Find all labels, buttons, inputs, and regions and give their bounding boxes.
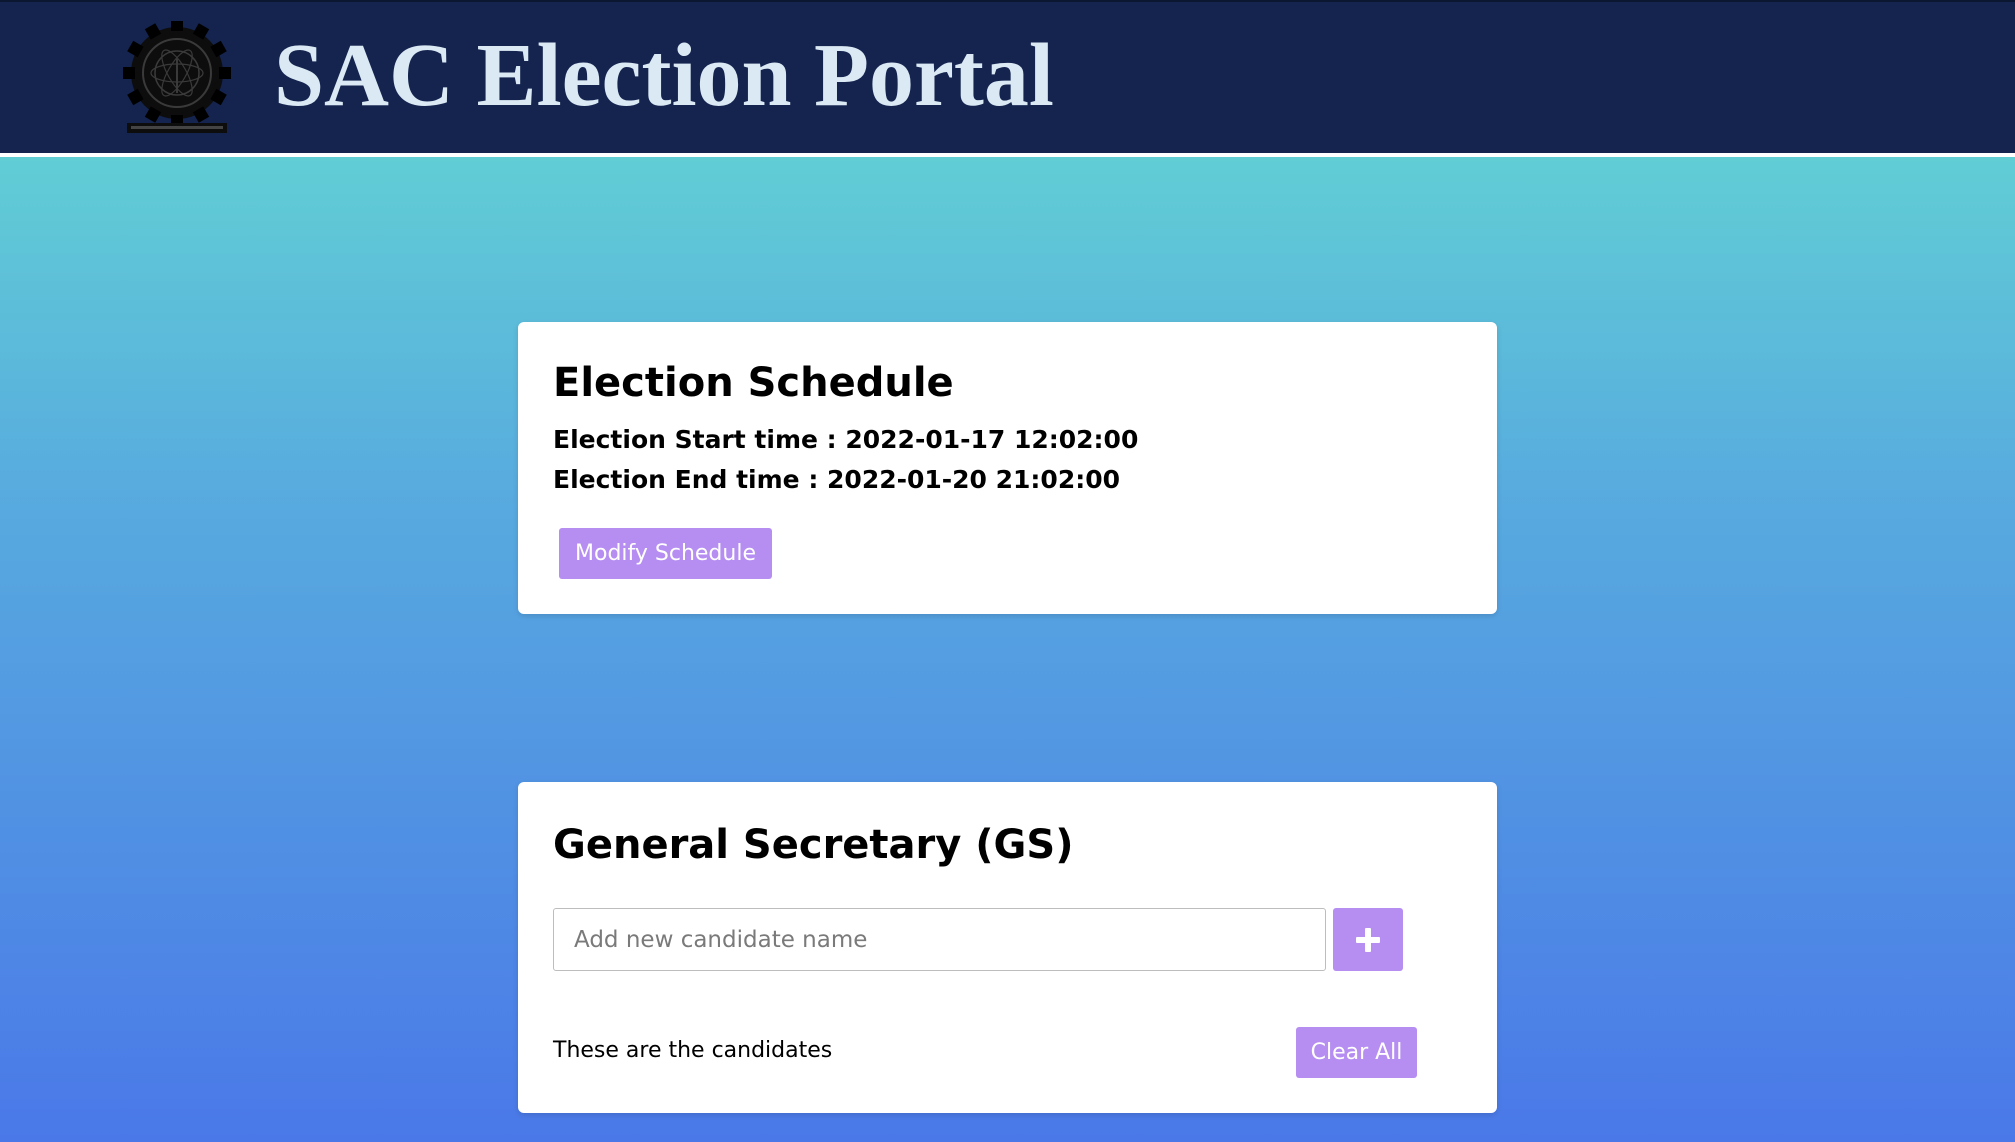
position-heading: General Secretary (GS) bbox=[553, 822, 1074, 868]
election-schedule-card: Election Schedule Election Start time : … bbox=[518, 322, 1497, 614]
add-candidate-button[interactable] bbox=[1333, 908, 1403, 971]
general-secretary-card: General Secretary (GS) These are the can… bbox=[518, 782, 1497, 1113]
modify-schedule-button[interactable]: Modify Schedule bbox=[559, 528, 772, 579]
institute-seal-icon bbox=[123, 21, 231, 133]
election-end-time: Election End time : 2022-01-20 21:02:00 bbox=[553, 465, 1121, 494]
candidate-name-input[interactable] bbox=[553, 908, 1326, 971]
site-title: SAC Election Portal bbox=[274, 26, 1054, 125]
candidates-label: These are the candidates bbox=[553, 1038, 833, 1063]
header-divider bbox=[0, 153, 2015, 157]
election-start-time: Election Start time : 2022-01-17 12:02:0… bbox=[553, 425, 1139, 454]
clear-all-button[interactable]: Clear All bbox=[1296, 1027, 1417, 1078]
plus-icon bbox=[1356, 927, 1380, 952]
schedule-heading: Election Schedule bbox=[553, 360, 954, 406]
site-header: SAC Election Portal bbox=[0, 0, 2015, 153]
